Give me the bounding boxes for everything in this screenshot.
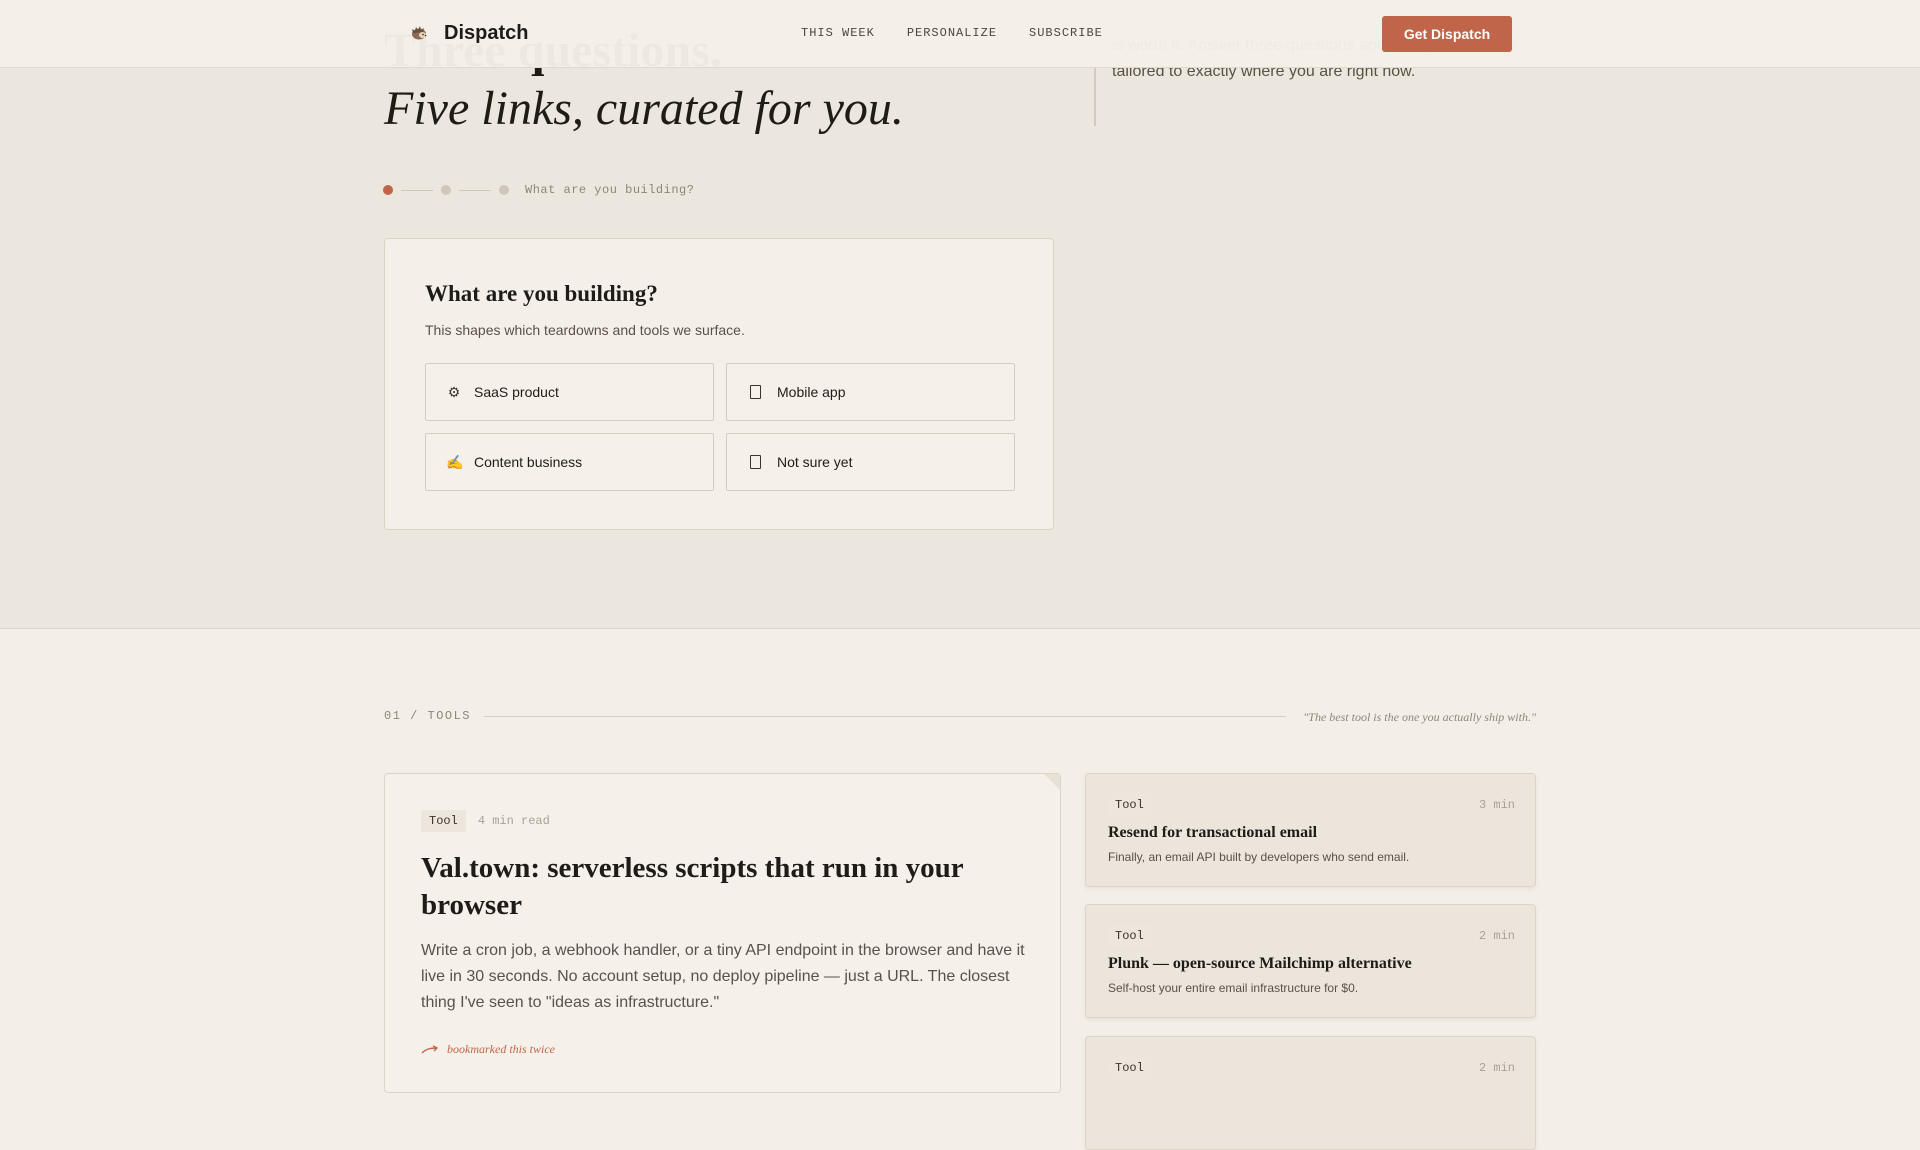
- side-card-description: Self-host your entire email infrastructu…: [1108, 981, 1359, 995]
- step-dot-3: [499, 185, 509, 195]
- writing-hand-icon: ✍: [446, 453, 464, 470]
- feature-card[interactable]: Tool 4 min read Val.town: serverless scr…: [384, 773, 1061, 1093]
- step-dot-2: [441, 185, 451, 195]
- hero-heading-line2: Five links, curated for you.: [384, 82, 904, 135]
- read-time: 3 min: [1478, 798, 1515, 812]
- progress-stepper: What are you building?: [383, 183, 695, 197]
- category-badge: Tool: [1107, 925, 1152, 947]
- category-badge: Tool: [1107, 794, 1152, 816]
- step-connector: [401, 189, 433, 191]
- side-card[interactable]: Tool 2 min: [1085, 1036, 1536, 1150]
- feature-description: Write a cron job, a webhook handler, or …: [421, 942, 1025, 1011]
- option-saas-product[interactable]: ⚙ SaaS product: [425, 363, 714, 421]
- nav-subscribe[interactable]: SUBSCRIBE: [1029, 26, 1103, 40]
- option-label: Content business: [474, 454, 583, 470]
- section-divider: [484, 716, 1286, 717]
- side-card-title: Plunk — open-source Mailchimp alternativ…: [1108, 955, 1412, 972]
- step-dot-1: [383, 185, 393, 195]
- question-card: What are you building? This shapes which…: [384, 238, 1054, 530]
- get-dispatch-button[interactable]: Get Dispatch: [1382, 16, 1512, 52]
- category-badge: Tool: [421, 810, 466, 832]
- square-icon: [750, 455, 761, 469]
- question-title: What are you building?: [425, 281, 658, 306]
- feature-title[interactable]: Val.town: serverless scripts that run in…: [421, 850, 1021, 924]
- feature-meta: Tool 4 min read: [421, 810, 550, 832]
- option-label: SaaS product: [474, 384, 559, 400]
- hedgehog-icon[interactable]: [410, 24, 428, 42]
- read-time: 4 min read: [477, 814, 550, 828]
- step-connector: [459, 189, 491, 191]
- read-time: 2 min: [1478, 1061, 1515, 1075]
- option-mobile-app[interactable]: Mobile app: [726, 363, 1015, 421]
- option-content-business[interactable]: ✍ Content business: [425, 433, 714, 491]
- option-label: Mobile app: [777, 384, 846, 400]
- side-card-title: Resend for transactional email: [1108, 824, 1318, 841]
- category-badge: Tool: [1107, 1057, 1152, 1079]
- nav-personalize[interactable]: PERSONALIZE: [907, 26, 997, 40]
- site-header: Dispatch THIS WEEK PERSONALIZE SUBSCRIBE…: [0, 0, 1920, 68]
- option-not-sure-yet[interactable]: Not sure yet: [726, 433, 1015, 491]
- side-card[interactable]: Tool 2 min Plunk — open-source Mailchimp…: [1085, 904, 1536, 1018]
- side-card[interactable]: Tool 3 min Resend for transactional emai…: [1085, 773, 1536, 887]
- step-label: What are you building?: [525, 183, 695, 197]
- feature-note-text: bookmarked this twice: [447, 1042, 555, 1056]
- read-time: 2 min: [1478, 929, 1515, 943]
- logo-wordmark[interactable]: Dispatch: [444, 22, 528, 45]
- nav-this-week[interactable]: THIS WEEK: [801, 26, 875, 40]
- section-quote: "The best tool is the one you actually s…: [1303, 710, 1536, 724]
- section-label: 01 / TOOLS: [384, 709, 472, 723]
- squiggle-arrow-icon: [421, 1044, 439, 1054]
- gear-icon: ⚙: [447, 383, 461, 400]
- hero-section: Three questions. Five links, curated for…: [0, 0, 1920, 629]
- option-label: Not sure yet: [777, 454, 853, 470]
- side-card-description: Finally, an email API built by developer…: [1108, 850, 1410, 864]
- card-corner-fold: [1044, 774, 1060, 790]
- feature-note: bookmarked this twice: [421, 1042, 555, 1057]
- phone-icon: [750, 385, 761, 399]
- main-nav: THIS WEEK PERSONALIZE SUBSCRIBE: [801, 26, 1103, 40]
- question-subtitle: This shapes which teardowns and tools we…: [425, 322, 745, 338]
